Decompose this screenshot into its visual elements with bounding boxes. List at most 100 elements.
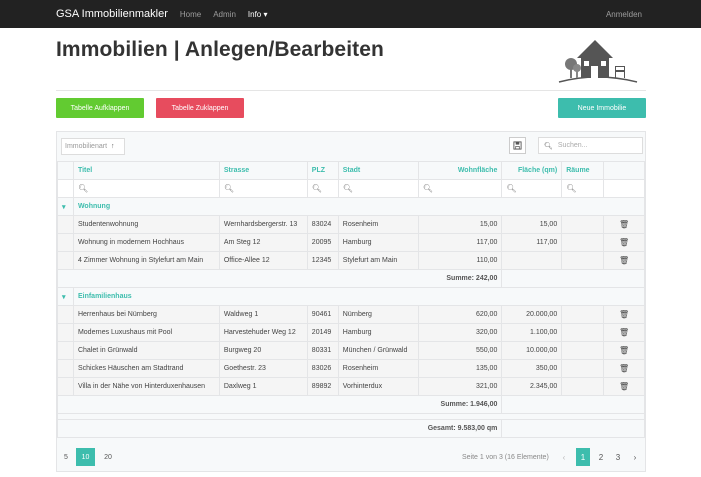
table-row[interactable]: Chalet in Grünwald Burgweg 20 80331 Münc… — [57, 341, 645, 360]
filter-titel[interactable]: 🔍︎ — [72, 179, 220, 198]
delete-icon[interactable]: 🗑︎ — [603, 359, 645, 378]
collapse-table-button[interactable]: Tabelle Zuklappen — [156, 98, 244, 118]
grid-toolbar: Immobilienart ↑ 🔍︎ Suchen... — [57, 132, 645, 160]
filter-search-icon: 🔍︎ — [311, 184, 322, 193]
table-row[interactable]: Studentenwohnung Wernhardsbergerstr. 13 … — [57, 215, 645, 234]
cell-raeume — [561, 251, 605, 270]
next-page-icon[interactable]: › — [628, 448, 642, 466]
cell-wohnflaeche: 321,00 — [417, 377, 503, 396]
cell-strasse: Harvestehuder Weg 12 — [218, 323, 308, 342]
table-row[interactable]: 4 Zimmer Wohnung in Stylefurt am Main Of… — [57, 251, 645, 270]
col-actions — [603, 161, 645, 180]
col-header-stadt[interactable]: Stadt — [337, 161, 419, 180]
cell-strasse: Waldweg 1 — [218, 305, 308, 324]
new-property-button[interactable]: Neue Immobilie — [558, 98, 646, 118]
collapse-caret-icon[interactable]: ▾ — [57, 287, 74, 306]
group-by-label: Immobilienart — [65, 143, 108, 150]
cell-titel: Wohnung in modernem Hochhaus — [72, 233, 220, 252]
cell-titel: Chalet in Grünwald — [72, 341, 220, 360]
page-size-20[interactable]: 20 — [99, 448, 117, 466]
property-table: Titel Strasse PLZ Stadt Wohnfläche Fläch… — [56, 161, 646, 438]
group-row-einfamilienhaus[interactable]: ▾ Einfamilienhaus — [57, 287, 646, 306]
delete-icon[interactable]: 🗑︎ — [603, 215, 645, 234]
cell — [57, 377, 74, 396]
cell-strasse: Am Steg 12 — [218, 233, 308, 252]
cell — [57, 341, 74, 360]
page-size-10[interactable]: 10 — [76, 448, 95, 466]
cell-wohnflaeche: 620,00 — [417, 305, 503, 324]
group-by-chip[interactable]: Immobilienart ↑ — [61, 138, 125, 155]
cell-titel: Villa in der Nähe von Hinterduxenhausen — [72, 377, 220, 396]
filter-stadt[interactable]: 🔍︎ — [337, 179, 419, 198]
filter-search-icon: 🔍︎ — [223, 184, 235, 193]
table-row[interactable]: Schickes Häuschen am Stadtrand Goethestr… — [57, 359, 645, 378]
cell-flaeche: 117,00 — [501, 233, 563, 252]
filter-wohnflaeche[interactable]: 🔍︎ — [417, 179, 503, 198]
cell-wohnflaeche: 320,00 — [417, 323, 503, 342]
delete-icon[interactable]: 🗑︎ — [603, 251, 645, 270]
group-row-wohnung[interactable]: ▾ Wohnung — [57, 197, 646, 216]
col-header-raeume[interactable]: Räume — [561, 161, 605, 180]
search-placeholder: Suchen... — [557, 142, 588, 149]
cell-titel: Herrenhaus bei Nürnberg — [72, 305, 220, 324]
delete-icon[interactable]: 🗑︎ — [603, 341, 645, 360]
table-row[interactable]: Villa in der Nähe von Hinterduxenhausen … — [57, 377, 645, 396]
export-button[interactable] — [509, 137, 526, 154]
cell-stadt: München / Grünwald — [337, 341, 419, 360]
filter-search-icon: 🔍︎ — [342, 184, 353, 193]
group-sum-row: Summe: 242,00 — [56, 269, 645, 288]
cell-plz: 20095 — [306, 233, 339, 252]
cell-plz: 90461 — [306, 305, 339, 324]
filter-plz[interactable]: 🔍︎ — [306, 179, 339, 198]
delete-icon[interactable]: 🗑︎ — [603, 377, 645, 396]
cell — [57, 305, 74, 324]
table-row[interactable]: Modernes Luxushaus mit Pool Harvestehude… — [57, 323, 645, 342]
cell — [501, 419, 645, 438]
filter-search-icon: 🔍︎ — [422, 184, 433, 193]
table-row[interactable]: Wohnung in modernem Hochhaus Am Steg 12 … — [57, 233, 645, 252]
nav-info-dropdown[interactable]: Info ▾ — [248, 10, 268, 19]
cell-titel: 4 Zimmer Wohnung in Stylefurt am Main — [72, 251, 220, 270]
nav-admin[interactable]: Admin — [213, 10, 236, 19]
login-link[interactable]: Anmelden — [606, 10, 642, 19]
filter-strasse[interactable]: 🔍︎ — [218, 179, 308, 198]
expand-table-button[interactable]: Tabelle Aufklappen — [56, 98, 144, 118]
page-1[interactable]: 1 — [576, 448, 590, 466]
brand-link[interactable]: GSA Immobilienmakler — [56, 8, 168, 20]
delete-icon[interactable]: 🗑︎ — [603, 305, 645, 324]
filter-search-icon: 🔍︎ — [506, 184, 517, 193]
filter-raeume[interactable]: 🔍︎ — [561, 179, 605, 198]
col-header-titel[interactable]: Titel — [72, 161, 220, 180]
cell-raeume — [561, 215, 605, 234]
collapse-caret-icon[interactable]: ▾ — [57, 197, 74, 216]
cell-plz: 80331 — [306, 341, 339, 360]
top-navbar: GSA Immobilienmakler Home Admin Info ▾ A… — [0, 0, 701, 28]
table-row[interactable]: Herrenhaus bei Nürnberg Waldweg 1 90461 … — [57, 305, 645, 324]
col-header-wohnflaeche[interactable]: Wohnfläche — [417, 161, 503, 180]
total-row: Gesamt: 9.583,00 qm — [56, 419, 645, 438]
cell-wohnflaeche: 15,00 — [417, 215, 503, 234]
cell — [57, 359, 74, 378]
page-3[interactable]: 3 — [611, 448, 625, 466]
cell-wohnflaeche: 550,00 — [417, 341, 503, 360]
delete-icon[interactable]: 🗑︎ — [603, 323, 645, 342]
cell-stadt: Hamburg — [337, 323, 419, 342]
cell-raeume — [561, 359, 605, 378]
page-size-5[interactable]: 5 — [59, 448, 73, 466]
col-header-plz[interactable]: PLZ — [306, 161, 339, 180]
prev-page-icon[interactable]: ‹ — [557, 448, 571, 466]
delete-icon[interactable]: 🗑︎ — [603, 233, 645, 252]
nav-home[interactable]: Home — [180, 10, 201, 19]
col-header-flaeche[interactable]: Fläche (qm) — [501, 161, 563, 180]
cell-flaeche — [501, 251, 563, 270]
cell — [57, 215, 74, 234]
filter-flaeche[interactable]: 🔍︎ — [501, 179, 563, 198]
grand-total: Gesamt: 9.583,00 qm — [56, 419, 503, 438]
search-box[interactable]: 🔍︎ Suchen... — [538, 137, 643, 154]
cell-stadt: Nürnberg — [337, 305, 419, 324]
cell-raeume — [561, 305, 605, 324]
cell-flaeche: 2.345,00 — [501, 377, 563, 396]
page-2[interactable]: 2 — [594, 448, 608, 466]
cell-raeume — [561, 341, 605, 360]
col-header-strasse[interactable]: Strasse — [218, 161, 308, 180]
